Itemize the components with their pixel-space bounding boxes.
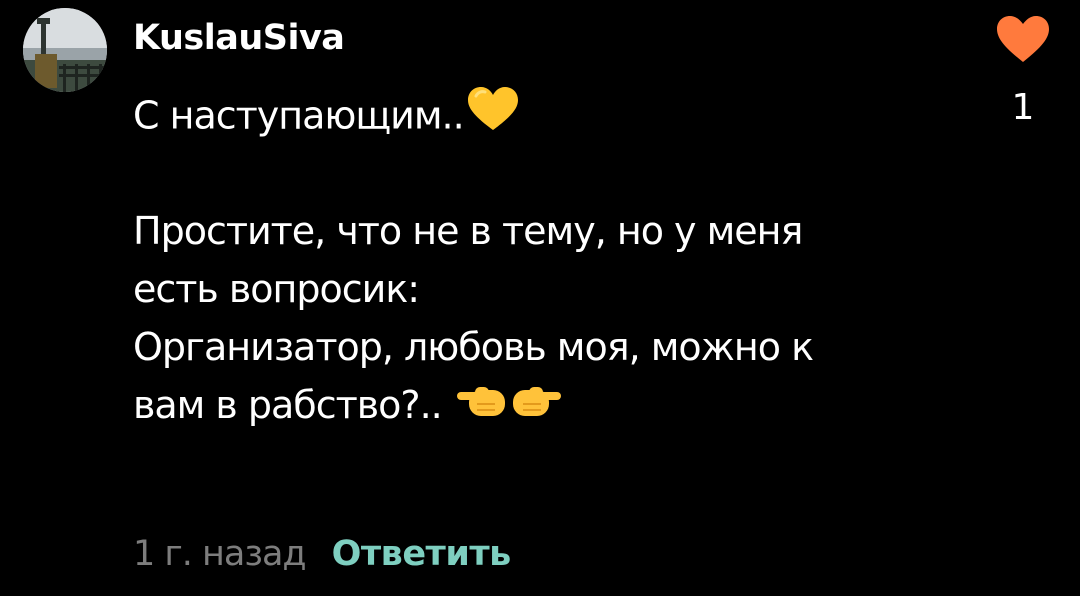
comment: KuslauSiva С наступающим.. Простите, что… [0,0,1080,596]
comment-line: Организатор, любовь моя, можно к [133,325,814,369]
author-name[interactable]: KuslauSiva [133,14,345,62]
reply-button[interactable]: Ответить [332,534,512,574]
yellow-heart-icon [466,86,520,150]
pointing-fingers-icon [455,378,563,438]
comment-line: Простите, что не в тему, но у меня [133,209,803,253]
heart-icon [997,16,1049,62]
timestamp: 1 г. назад [133,534,307,574]
avatar[interactable] [23,8,107,92]
like-button[interactable] [996,16,1050,64]
comment-line: С наступающим.. [133,86,993,144]
comment-line: есть вопросик: [133,267,420,311]
comment-meta: 1 г. назад Ответить [133,530,511,578]
comment-text: С наступающим.. Простите, что не в тему,… [133,86,993,434]
comment-line: вам в рабство?.. [133,376,993,434]
comment-line [133,144,993,202]
like-count: 1 [1011,87,1035,128]
